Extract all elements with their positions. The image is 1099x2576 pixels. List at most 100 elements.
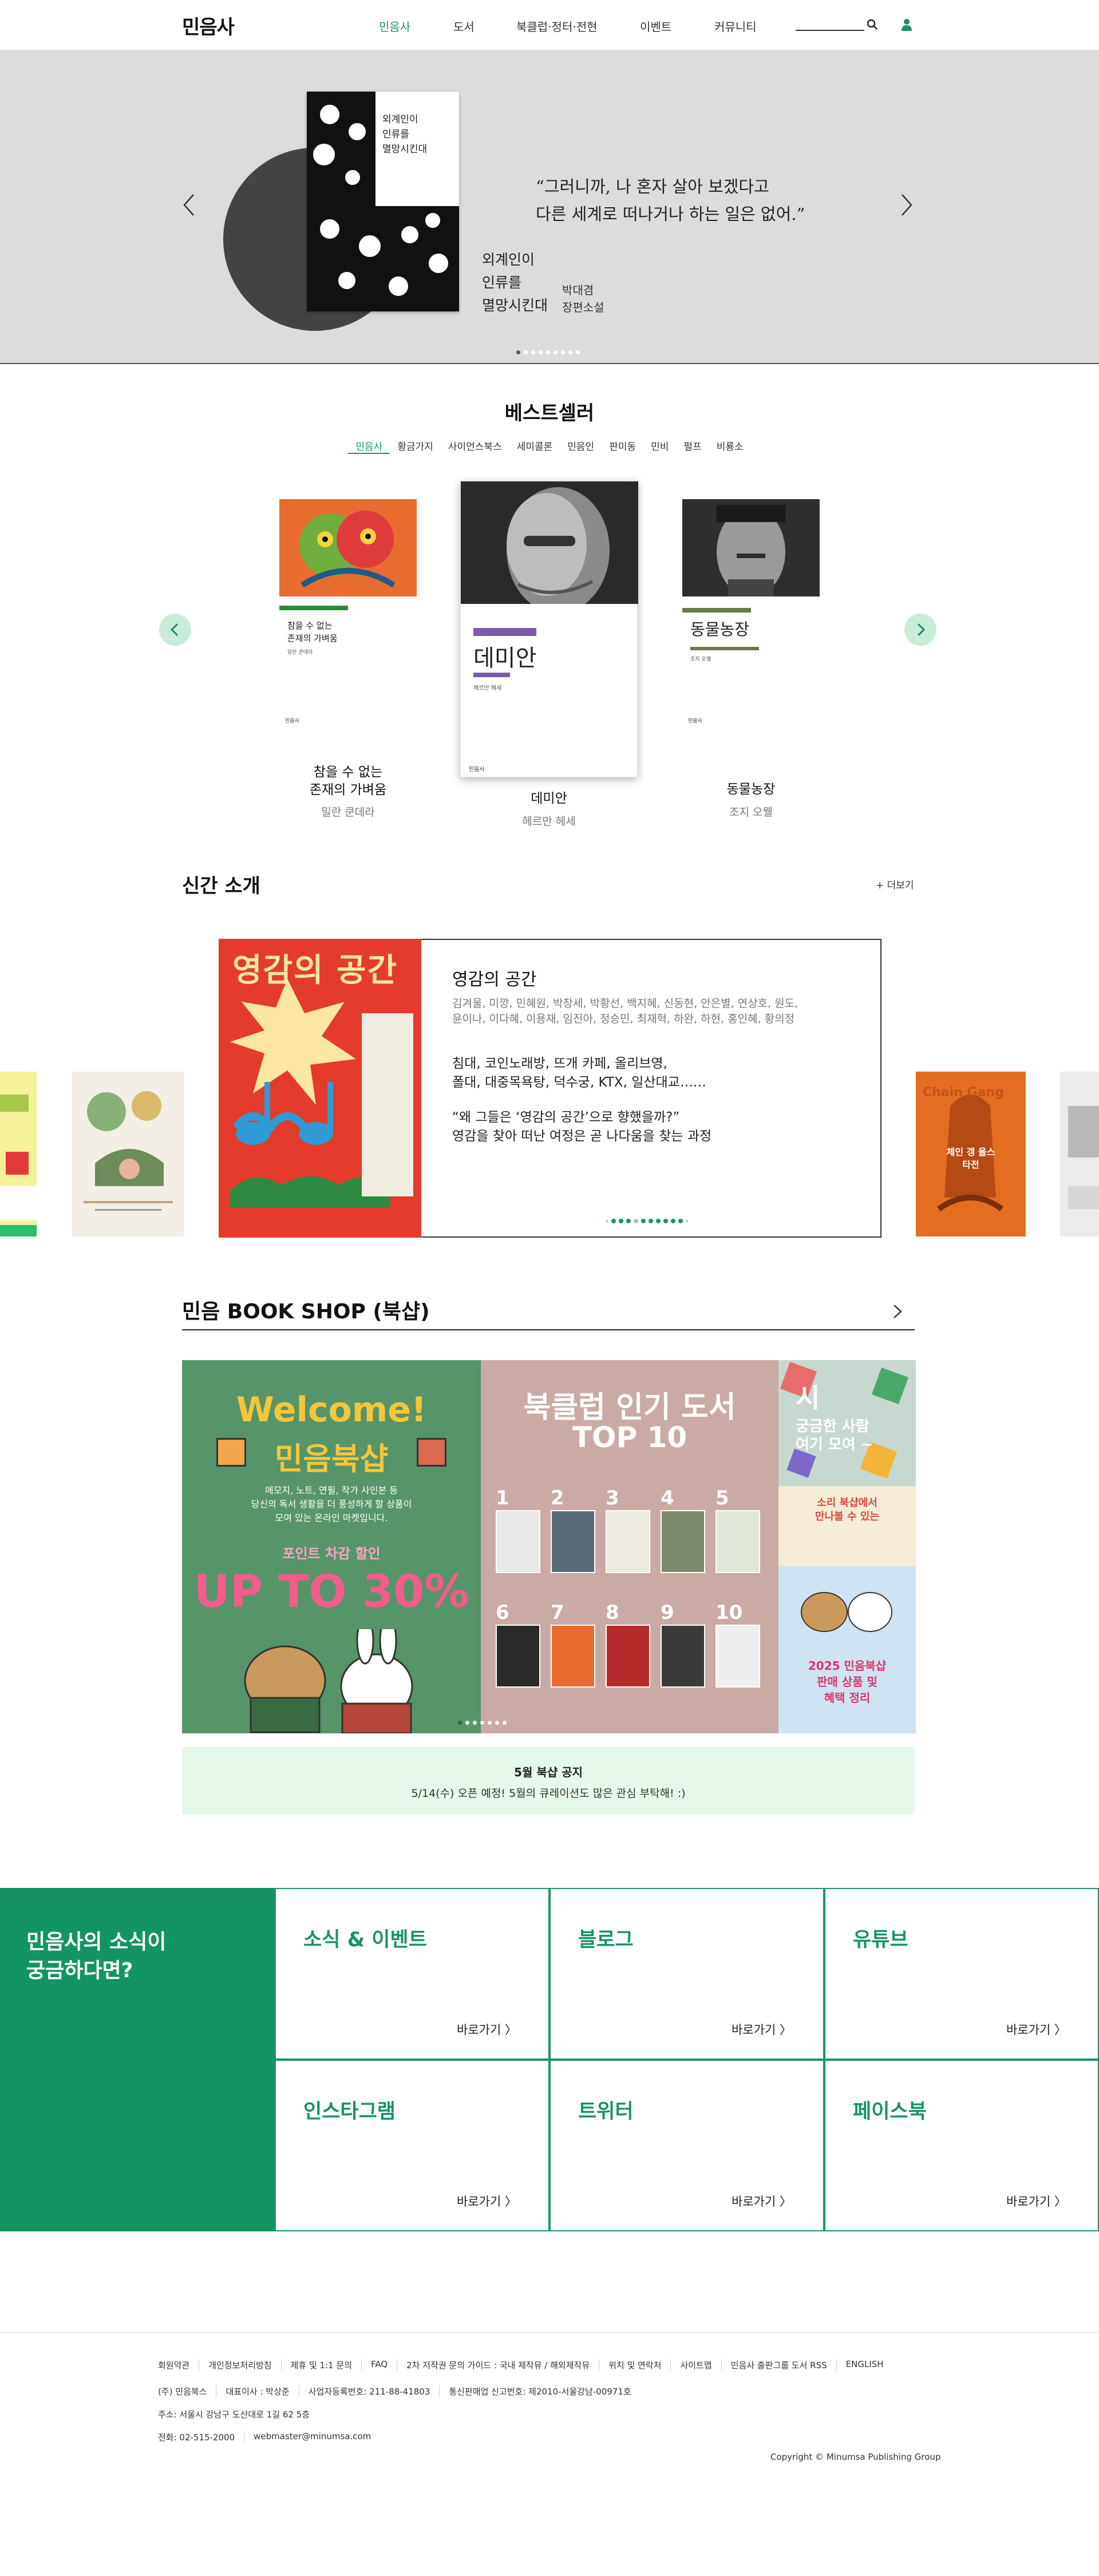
footer-link-privacy[interactable]: 개인정보처리방침 bbox=[199, 2359, 280, 2371]
hero-dot[interactable] bbox=[554, 350, 558, 354]
bookshop-notice[interactable]: 5월 북샵 공지 5/14(수) 오픈 예정! 5월의 큐레이션도 많은 관심 … bbox=[182, 1747, 915, 1815]
bookshop-arrow-icon[interactable] bbox=[891, 1302, 904, 1321]
top10-item[interactable]: 8 bbox=[606, 1603, 654, 1700]
chevron-right-icon: 〉 bbox=[1054, 2023, 1066, 2037]
top10-rank: 5 bbox=[715, 1487, 729, 1510]
hero-book-title[interactable]: 외계인이 인류를 멸망시킨대 bbox=[482, 248, 548, 317]
top10-item[interactable]: 3 bbox=[606, 1488, 654, 1586]
bestseller-title-3[interactable]: 동물농장 bbox=[682, 781, 820, 799]
user-icon[interactable] bbox=[901, 18, 912, 31]
hero-dot[interactable] bbox=[516, 350, 520, 354]
search-icon[interactable] bbox=[867, 19, 878, 30]
top10-item[interactable]: 2 bbox=[551, 1488, 599, 1586]
hero-dot[interactable] bbox=[524, 350, 528, 354]
book2-art bbox=[461, 481, 638, 613]
footer-link-rss[interactable]: 민음사 출판그룹 도서 RSS bbox=[721, 2359, 836, 2371]
bestseller-title-1[interactable]: 참을 수 없는 존재의 가벼움 bbox=[279, 764, 417, 799]
sns-go-link[interactable]: 바로가기 〉 bbox=[1006, 2021, 1066, 2038]
sns-blog[interactable]: 블로그 바로가기 〉 bbox=[550, 1888, 824, 2060]
top10-item[interactable]: 4 bbox=[661, 1488, 709, 1586]
sound-bookshop-banner[interactable]: 소리 북샵에서 만나볼 수 있는 bbox=[778, 1486, 916, 1566]
hero-dot[interactable] bbox=[568, 350, 572, 354]
nav-minumsa[interactable]: 민음사 bbox=[379, 18, 410, 34]
hero-book-cover[interactable]: 외계인이 인류를 멸망시킨대 bbox=[307, 92, 459, 311]
tab-minbi[interactable]: 민비 bbox=[643, 438, 676, 454]
bookshop-guide-banner[interactable]: 2025 민음북샵 판매 상품 및 혜택 정리 bbox=[778, 1566, 916, 1733]
hero-pagination[interactable] bbox=[516, 350, 580, 354]
side-cover-1[interactable] bbox=[0, 1072, 37, 1236]
nav-bookclub[interactable]: 북클럽·정터·전현 bbox=[516, 18, 598, 34]
logo[interactable]: 민음사 bbox=[182, 11, 235, 39]
sns-go-link[interactable]: 바로가기 〉 bbox=[1006, 2192, 1066, 2210]
footer-link-copyright-guide[interactable]: 2차 저작권 문의 가이드 : 국내 제작뮤 / 해외제작뮤 bbox=[397, 2359, 599, 2371]
tab-minumin[interactable]: 민음인 bbox=[560, 438, 602, 454]
tab-sciencebooks[interactable]: 사이언스북스 bbox=[441, 438, 509, 454]
side-cover-2[interactable] bbox=[72, 1072, 184, 1236]
footer-link-location[interactable]: 위치 및 연락처 bbox=[599, 2359, 670, 2371]
hero-dot[interactable] bbox=[546, 350, 550, 354]
top10-item[interactable]: 5 bbox=[715, 1488, 764, 1586]
tab-biryongso[interactable]: 비룡소 bbox=[709, 438, 751, 454]
bestseller-prev-arrow[interactable] bbox=[159, 614, 191, 646]
bookshop-welcome-banner[interactable]: Welcome! 민음북샵 메모지, 노트, 연필, 작가 사인본 등 당신의 … bbox=[182, 1360, 481, 1733]
top10-item[interactable]: 7 bbox=[551, 1603, 599, 1700]
tab-panmidong[interactable]: 판미동 bbox=[602, 438, 643, 454]
search-input[interactable] bbox=[796, 30, 864, 31]
hero-prev-arrow[interactable] bbox=[177, 188, 200, 222]
email[interactable]: webmaster@minumsa.com bbox=[244, 2431, 380, 2443]
top10-item[interactable]: 1 bbox=[496, 1488, 544, 1586]
hero-next-arrow[interactable] bbox=[895, 188, 918, 222]
sns-go-link[interactable]: 바로가기 〉 bbox=[457, 2192, 517, 2210]
bestseller-book-2[interactable]: 데미안 헤르만 헤세 민음사 bbox=[460, 481, 638, 777]
tab-hwanggeumgaji[interactable]: 황금가지 bbox=[390, 438, 441, 454]
side-cover-3[interactable]: Chain Gang 체인 갱 올스타전 bbox=[916, 1072, 1026, 1236]
top10-item[interactable]: 6 bbox=[496, 1603, 544, 1700]
top10-item[interactable]: 9 bbox=[661, 1603, 709, 1700]
sns-youtube[interactable]: 유튜브 바로가기 〉 bbox=[824, 1888, 1099, 2060]
top10-rank: 6 bbox=[496, 1601, 509, 1624]
bestseller-author-2: 헤르만 헤세 bbox=[522, 815, 576, 828]
bestseller-book-3[interactable]: 동물농장 조지 오웰 민음사 bbox=[682, 499, 820, 728]
sns-facebook[interactable]: 페이스북 바로가기 〉 bbox=[824, 2060, 1099, 2231]
sns-go-link[interactable]: 바로가기 〉 bbox=[732, 2021, 792, 2038]
bestseller-author-3: 조지 오웰 bbox=[729, 806, 773, 819]
tab-pulp[interactable]: 펄프 bbox=[676, 438, 709, 454]
poetry-banner[interactable]: 시 궁금한 사람 여기 모여 ~ bbox=[778, 1360, 916, 1486]
top10-item[interactable]: 10 bbox=[715, 1603, 764, 1700]
footer-link-sitemap[interactable]: 사이트맵 bbox=[670, 2359, 721, 2371]
hero-dot[interactable] bbox=[531, 350, 535, 354]
bestseller-book-1[interactable]: 참을 수 없는 존재의 가벼움 밀란 쿤데라 민음사 bbox=[279, 499, 417, 728]
footer-link-terms[interactable]: 회원약관 bbox=[158, 2359, 199, 2371]
tab-semicolon[interactable]: 세미콜론 bbox=[509, 438, 560, 454]
tab-minumsa[interactable]: 민음사 bbox=[348, 438, 390, 454]
footer-link-english[interactable]: ENGLISH bbox=[836, 2359, 893, 2371]
bookshop-pagination[interactable] bbox=[458, 1721, 507, 1725]
bestseller-title-2[interactable]: 데미안 bbox=[460, 790, 638, 808]
new-book-cover[interactable]: 영감의 공간 bbox=[219, 939, 421, 1238]
nav-events[interactable]: 이벤트 bbox=[640, 18, 671, 34]
sns-instagram[interactable]: 인스타그램 바로가기 〉 bbox=[275, 2060, 550, 2231]
sns-go-link[interactable]: 바로가기 〉 bbox=[457, 2021, 517, 2038]
hero-dot[interactable] bbox=[576, 350, 580, 354]
sns-go-link[interactable]: 바로가기 〉 bbox=[732, 2192, 792, 2210]
sns-news-events[interactable]: 소식 & 이벤트 바로가기 〉 bbox=[275, 1888, 550, 2060]
publisher-mark: 민음사 bbox=[688, 718, 702, 724]
side-cover-4[interactable] bbox=[1060, 1072, 1099, 1236]
sns-twitter[interactable]: 트위터 바로가기 〉 bbox=[550, 2060, 824, 2231]
nav-community[interactable]: 커뮤니티 bbox=[714, 18, 757, 34]
bookclub-top10-banner[interactable]: 북클럽 인기 도서 TOP 10 1 2 3 4 5 6 7 8 9 10 bbox=[481, 1360, 778, 1733]
new-books-pagination[interactable]: ‹ › bbox=[606, 1217, 689, 1225]
book1-art bbox=[279, 499, 417, 596]
bookshop-side-banners[interactable]: 시 궁금한 사람 여기 모여 ~ 소리 북샵에서 만나볼 수 있는 2025 민… bbox=[778, 1360, 916, 1733]
nav-books[interactable]: 도서 bbox=[453, 18, 475, 34]
footer-link-faq[interactable]: FAQ bbox=[361, 2359, 397, 2371]
publisher-mark: 민음사 bbox=[469, 767, 485, 773]
book1-cover-author: 밀란 쿤데라 bbox=[287, 650, 313, 655]
hero-dot[interactable] bbox=[561, 350, 565, 354]
footer-link-inquiry[interactable]: 제휴 및 1:1 문의 bbox=[280, 2359, 361, 2371]
new-books-more-link[interactable]: + 더보기 bbox=[876, 877, 914, 891]
bookshop-title[interactable]: 민음 BOOK SHOP (북샵) bbox=[182, 1295, 430, 1325]
bestseller-next-arrow[interactable] bbox=[904, 614, 936, 646]
new-book-title[interactable]: 영감의 공간 bbox=[452, 965, 537, 990]
hero-dot[interactable] bbox=[539, 350, 543, 354]
